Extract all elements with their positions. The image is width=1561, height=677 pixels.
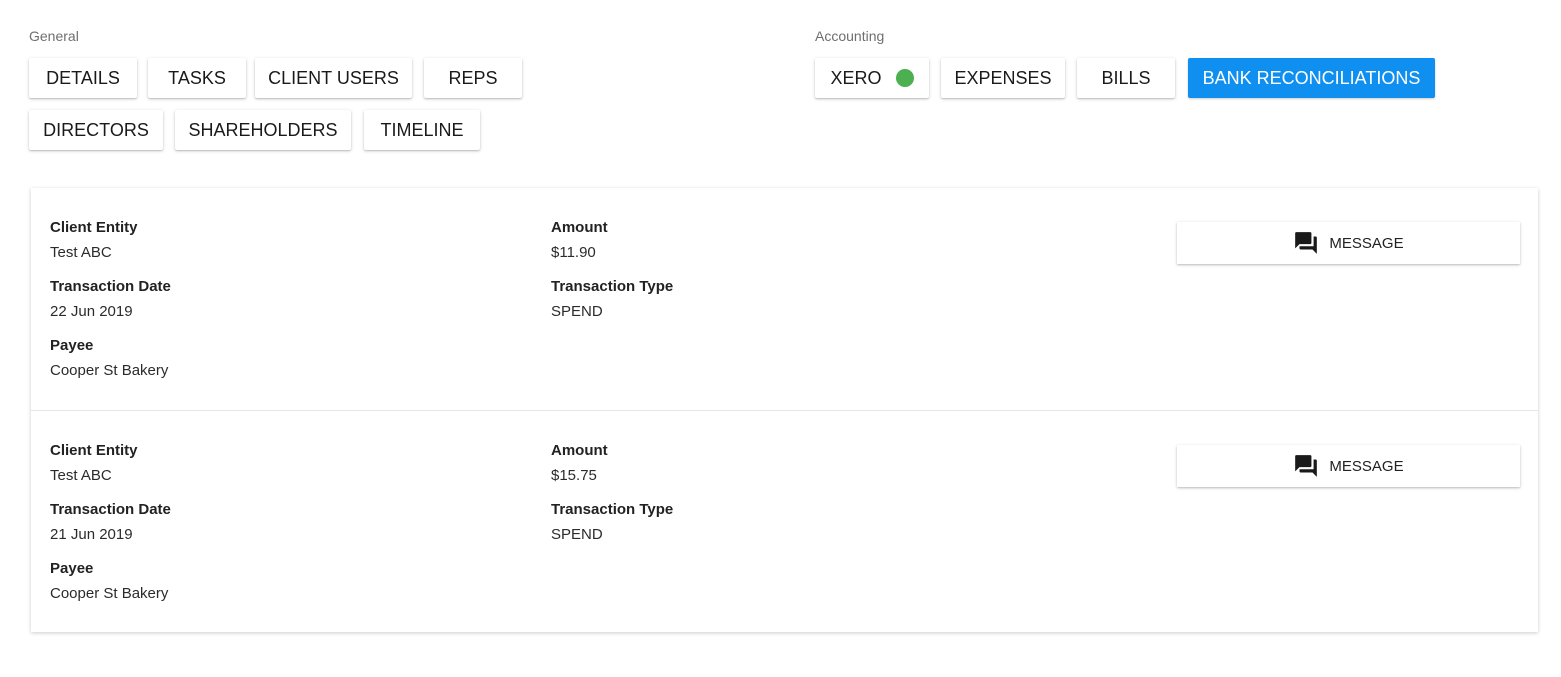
reconciliation-record: Client Entity Test ABC Transaction Date … (31, 188, 1538, 410)
tab-shareholders[interactable]: SHAREHOLDERS (175, 110, 351, 150)
transaction-type-value: SPEND (551, 303, 603, 320)
tab-bank-reconciliations[interactable]: BANK RECONCILIATIONS (1188, 58, 1435, 98)
tab-xero[interactable]: XERO (815, 58, 929, 98)
transaction-type-label: Transaction Type (551, 278, 674, 295)
tab-timeline[interactable]: TIMELINE (364, 110, 480, 150)
tab-bills[interactable]: BILLS (1077, 58, 1175, 98)
reconciliation-record: Client Entity Test ABC Transaction Date … (31, 410, 1538, 632)
client-entity-value: Test ABC (50, 244, 112, 261)
tab-details[interactable]: DETAILS (29, 58, 137, 98)
transaction-date-label: Transaction Date (50, 501, 171, 518)
amount-label: Amount (551, 219, 608, 236)
xero-status-dot-icon (895, 69, 914, 87)
transaction-date-label: Transaction Date (50, 278, 171, 295)
chat-bubbles-icon (1295, 455, 1318, 477)
message-button[interactable]: MESSAGE (1177, 445, 1520, 487)
tab-tasks[interactable]: TASKS (148, 58, 246, 98)
tab-client-users[interactable]: CLIENT USERS (255, 58, 412, 98)
client-entity-value: Test ABC (50, 467, 112, 484)
message-button[interactable]: MESSAGE (1177, 222, 1520, 264)
tab-expenses[interactable]: EXPENSES (941, 58, 1065, 98)
message-button-label: MESSAGE (1329, 457, 1404, 475)
message-button-label: MESSAGE (1329, 234, 1404, 252)
client-entity-label: Client Entity (50, 442, 138, 459)
amount-label: Amount (551, 442, 608, 459)
amount-value: $11.90 (551, 244, 596, 261)
transaction-type-label: Transaction Type (551, 501, 674, 518)
payee-value: Cooper St Bakery (50, 362, 169, 379)
tab-reps[interactable]: REPS (424, 58, 522, 98)
reconciliation-list: Client Entity Test ABC Transaction Date … (31, 188, 1538, 632)
amount-value: $15.75 (551, 467, 597, 484)
tab-directors[interactable]: DIRECTORS (29, 110, 163, 150)
transaction-date-value: 21 Jun 2019 (50, 526, 133, 543)
tab-xero-label: XERO (830, 67, 882, 88)
chat-bubbles-icon (1295, 232, 1318, 254)
payee-label: Payee (50, 560, 94, 577)
client-entity-label: Client Entity (50, 219, 138, 236)
payee-value: Cooper St Bakery (50, 585, 169, 602)
accounting-section-label: Accounting (815, 28, 885, 44)
transaction-date-value: 22 Jun 2019 (50, 303, 133, 320)
transaction-type-value: SPEND (551, 526, 603, 543)
payee-label: Payee (50, 337, 94, 354)
general-section-label: General (29, 28, 79, 44)
